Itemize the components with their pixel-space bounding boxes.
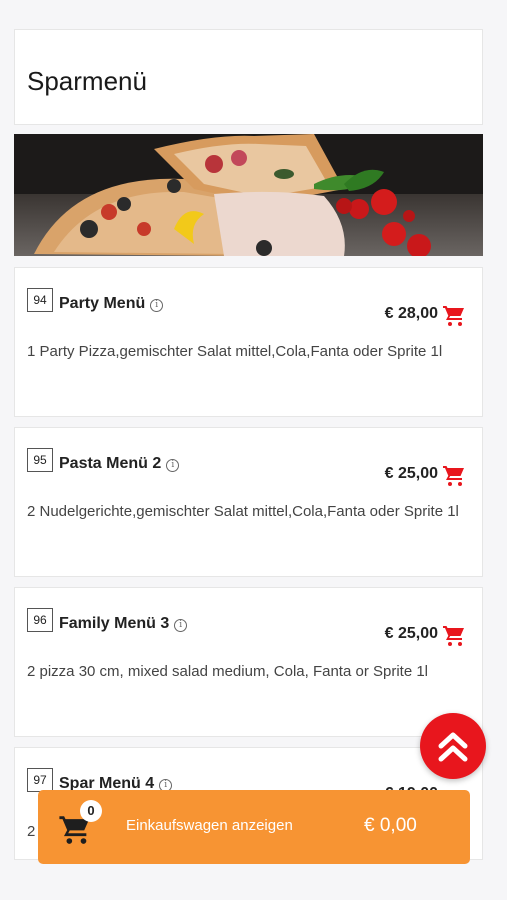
cart-total: € 0,00 xyxy=(364,815,417,836)
item-number: 94 xyxy=(27,288,53,312)
cart-count-badge: 0 xyxy=(80,800,102,822)
info-icon[interactable]: i xyxy=(174,619,188,632)
item-title: Family Menü 3 xyxy=(59,615,170,632)
category-header: Sparmenü xyxy=(14,29,483,125)
add-to-cart-icon[interactable] xyxy=(442,624,466,648)
item-title-wrap: Pasta Menü 2 i xyxy=(59,455,180,473)
add-to-cart-icon[interactable] xyxy=(442,304,466,328)
item-description: 1 Party Pizza,gemischter Salat mittel,Co… xyxy=(27,343,443,360)
category-banner-image xyxy=(14,134,483,256)
page-title: Sparmenü xyxy=(27,66,147,96)
item-price: € 28,00 xyxy=(384,305,438,322)
menu-item[interactable]: 96 Family Menü 3 i € 25,00 2 pizza 30 cm,… xyxy=(14,587,483,737)
item-price: € 25,00 xyxy=(384,625,438,642)
menu-item[interactable]: 95 Pasta Menü 2 i € 25,00 2 Nudelgerichte… xyxy=(14,427,483,577)
scroll-to-top-button[interactable] xyxy=(420,713,486,779)
item-title-wrap: Party Menü i xyxy=(59,295,164,313)
add-to-cart-icon[interactable] xyxy=(442,464,466,488)
info-icon[interactable]: i xyxy=(150,299,164,312)
item-description: 2 pizza 30 cm, mixed salad medium, Cola,… xyxy=(27,663,429,680)
double-chevron-up-icon xyxy=(438,732,468,762)
item-number: 96 xyxy=(27,608,53,632)
item-price: € 25,00 xyxy=(384,465,438,482)
item-description: 2 Nudelgerichte,gemischter Salat mittel,… xyxy=(27,503,459,520)
item-number: 95 xyxy=(27,448,53,472)
item-title: Pasta Menü 2 xyxy=(59,455,162,472)
menu-item[interactable]: 94 Party Menü i € 28,00 1 Party Pizza,gem… xyxy=(14,267,483,417)
view-cart-button[interactable]: 0 Einkaufswagen anzeigen € 0,00 xyxy=(38,790,470,864)
item-number: 97 xyxy=(27,768,53,792)
item-title: Party Menü xyxy=(59,295,146,312)
info-icon[interactable]: i xyxy=(166,459,180,472)
item-title-wrap: Family Menü 3 i xyxy=(59,615,188,633)
cart-label: Einkaufswagen anzeigen xyxy=(126,817,293,834)
